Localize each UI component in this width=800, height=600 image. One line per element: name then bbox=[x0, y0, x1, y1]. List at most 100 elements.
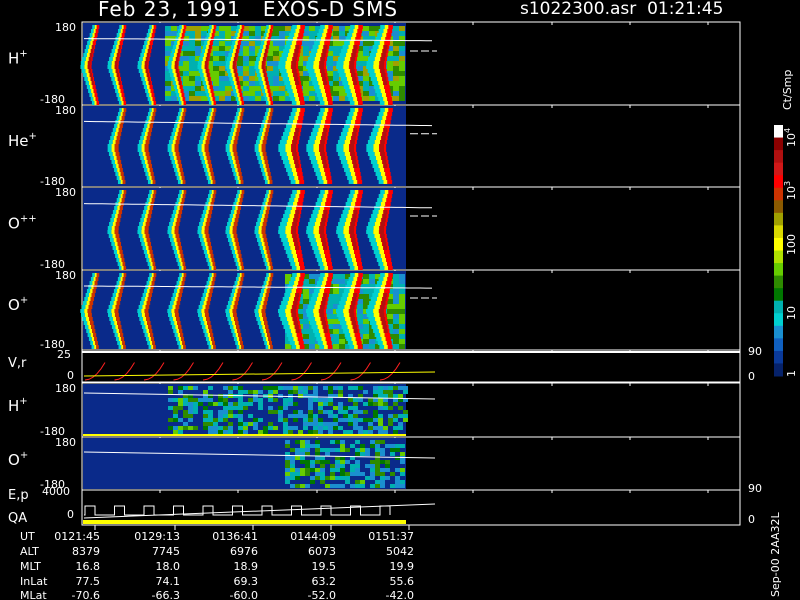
spectrogram-burst bbox=[378, 210, 384, 214]
spectrogram-cell bbox=[363, 344, 369, 349]
spectrogram-burst bbox=[259, 140, 263, 144]
spectrogram-burst bbox=[95, 277, 99, 281]
spectrogram-burst bbox=[321, 156, 326, 160]
spectrogram-burst bbox=[114, 226, 119, 230]
spectrogram-cell bbox=[308, 410, 313, 414]
spectrogram-burst bbox=[138, 69, 143, 73]
spectrogram-burst bbox=[387, 262, 392, 266]
spectrogram-burst bbox=[373, 65, 379, 69]
spectrogram-burst bbox=[379, 266, 385, 270]
spectrogram-burst bbox=[309, 73, 316, 77]
spectrogram-burst bbox=[198, 69, 203, 73]
spectrogram-burst bbox=[293, 73, 298, 77]
spectrogram-burst bbox=[177, 321, 181, 325]
spectrogram-burst bbox=[173, 250, 178, 254]
spectrogram-burst bbox=[110, 156, 114, 160]
spectrogram-burst bbox=[108, 140, 113, 144]
spectrogram-cell bbox=[208, 422, 213, 426]
spectrogram-burst bbox=[138, 305, 143, 309]
spectrogram-cell bbox=[375, 464, 380, 468]
spectrogram-cell bbox=[390, 444, 395, 448]
spectrogram-cell bbox=[363, 294, 369, 299]
spectrogram-burst bbox=[84, 49, 89, 53]
spectrogram-burst bbox=[354, 85, 360, 89]
spectrogram-burst bbox=[320, 69, 325, 73]
spectrogram-burst bbox=[179, 45, 182, 49]
spectrogram-burst bbox=[323, 325, 327, 329]
spectrogram-burst bbox=[297, 120, 303, 124]
spectrogram-cell bbox=[350, 468, 355, 472]
spectrogram-burst bbox=[80, 61, 85, 65]
spectrogram-burst bbox=[85, 305, 89, 309]
spectrogram-cell bbox=[219, 71, 225, 76]
spectrogram-cell bbox=[315, 468, 320, 472]
spectrogram-cell bbox=[393, 46, 399, 51]
spectrogram-burst bbox=[90, 53, 93, 57]
spectrogram-burst bbox=[322, 341, 327, 345]
spectrogram-cell bbox=[253, 422, 258, 426]
spectrogram-burst bbox=[174, 321, 178, 325]
spectrogram-burst bbox=[237, 289, 241, 293]
spectrogram-burst bbox=[294, 77, 299, 81]
spectrogram-burst bbox=[283, 214, 290, 218]
spectrogram-cell bbox=[325, 484, 330, 488]
ephem-cell-ut: 0129:13 bbox=[134, 530, 180, 543]
spectrogram-burst bbox=[354, 25, 359, 29]
spectrogram-cell bbox=[309, 274, 315, 279]
spectrogram-burst bbox=[232, 148, 237, 152]
spectrogram-burst bbox=[326, 176, 332, 180]
spectrogram-burst bbox=[237, 206, 241, 210]
spectrogram-burst bbox=[377, 341, 383, 345]
spectrogram-burst bbox=[372, 246, 379, 250]
spectrogram-burst bbox=[256, 317, 261, 321]
spectrogram-burst bbox=[209, 45, 212, 49]
spectrogram-burst bbox=[235, 112, 239, 116]
spectrogram-burst bbox=[91, 293, 95, 297]
spectrogram-burst bbox=[355, 120, 361, 124]
spectrogram-burst bbox=[231, 329, 235, 333]
spectrogram-burst bbox=[201, 148, 205, 152]
spectrogram-burst bbox=[309, 156, 316, 160]
spectrogram-burst bbox=[94, 281, 98, 285]
spectrogram-cell bbox=[183, 414, 188, 418]
spectrogram-burst bbox=[137, 226, 142, 230]
spectrogram-burst bbox=[339, 218, 347, 222]
spectrogram-burst bbox=[143, 85, 148, 89]
spectrogram-burst bbox=[265, 293, 269, 297]
spectrogram-cell bbox=[293, 402, 298, 406]
spectrogram-burst bbox=[297, 89, 303, 93]
spectrogram-burst bbox=[172, 222, 176, 226]
spectrogram-burst bbox=[197, 61, 202, 65]
spectrogram-burst bbox=[113, 329, 117, 333]
spectrogram-burst bbox=[320, 57, 325, 61]
spectrogram-burst bbox=[264, 206, 267, 210]
spectrogram-burst bbox=[152, 29, 156, 33]
spectrogram-burst bbox=[117, 180, 121, 184]
spectrogram-cell bbox=[219, 36, 225, 41]
spectrogram-burst bbox=[351, 202, 356, 206]
spectrogram-cell bbox=[320, 448, 325, 452]
spectrogram-burst bbox=[346, 297, 352, 301]
ep-right-tick-bottom: 0 bbox=[748, 513, 755, 526]
spectrogram-burst bbox=[119, 250, 123, 254]
spectrogram-burst bbox=[120, 333, 124, 337]
spectrogram-burst bbox=[278, 313, 286, 317]
spectrogram-burst bbox=[381, 301, 386, 305]
spectrogram-burst bbox=[147, 297, 152, 301]
spectrogram-burst bbox=[262, 140, 267, 144]
spectrogram-burst bbox=[379, 144, 385, 148]
spectrogram-cell bbox=[303, 334, 309, 339]
spectrogram-burst bbox=[289, 325, 295, 329]
spectrogram-burst bbox=[208, 254, 211, 258]
spectrogram-burst bbox=[204, 132, 208, 136]
spectrogram-cell bbox=[208, 414, 213, 418]
spectrogram-burst bbox=[320, 120, 326, 124]
spectrogram-burst bbox=[175, 214, 178, 218]
spectrogram-cell bbox=[238, 390, 243, 394]
spectrogram-burst bbox=[117, 29, 121, 33]
spectrogram-burst bbox=[262, 152, 267, 156]
spectrogram-burst bbox=[384, 266, 389, 270]
spectrogram-burst bbox=[120, 29, 123, 33]
spectrogram-burst bbox=[372, 128, 379, 132]
spectrogram-burst bbox=[265, 172, 268, 176]
